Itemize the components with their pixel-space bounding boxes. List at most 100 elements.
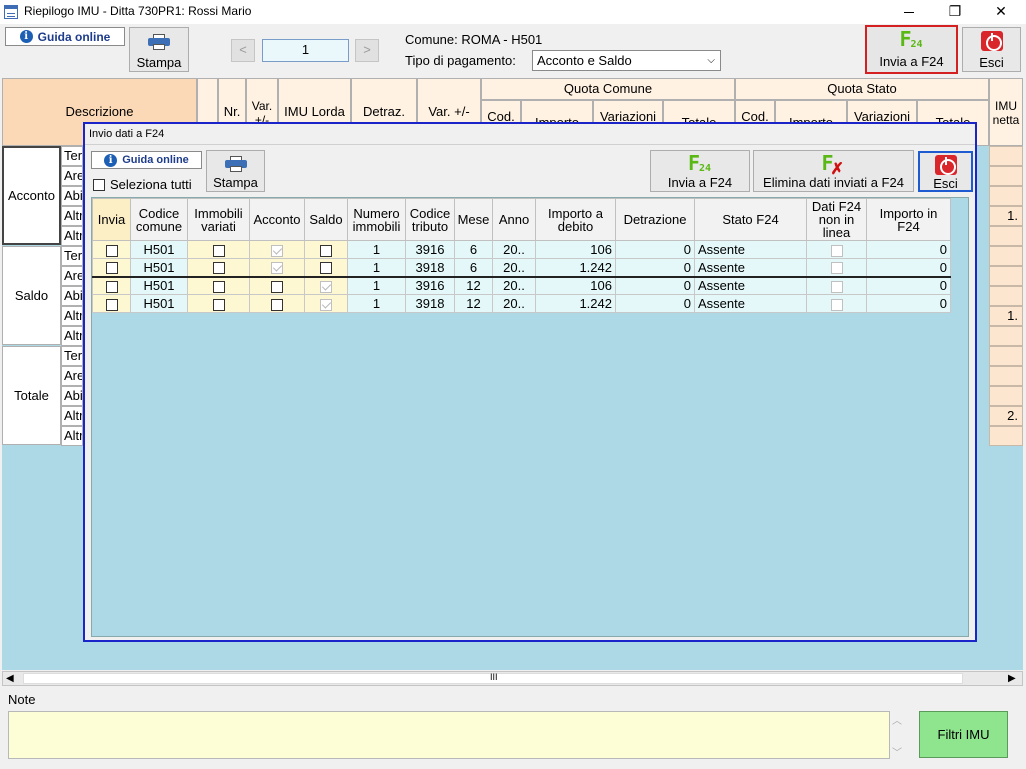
col-dati-f24-non-in-linea[interactable]: Dati F24 non in linea: [806, 198, 867, 241]
cell-immobili-variati[interactable]: [187, 294, 250, 313]
cell-codice-comune: H501: [130, 258, 188, 277]
dati-non-in-linea-checkbox[interactable]: [830, 280, 843, 293]
cell-invia[interactable]: [92, 294, 131, 313]
dati-non-in-linea-checkbox[interactable]: [830, 298, 843, 311]
tipo-pagamento-select[interactable]: Acconto e Saldo ⌵: [532, 50, 721, 71]
note-textarea[interactable]: [8, 711, 890, 759]
cell-acconto[interactable]: [249, 275, 305, 295]
invia-checkbox[interactable]: [105, 298, 118, 311]
row-label: Aree: [61, 366, 83, 386]
scrollbar-thumb[interactable]: III: [23, 672, 963, 684]
next-page-button[interactable]: >: [355, 39, 379, 62]
acconto-checkbox[interactable]: [271, 262, 283, 275]
minimize-button[interactable]: [886, 0, 932, 24]
immobili-variati-checkbox[interactable]: [212, 280, 225, 293]
immobili-variati-checkbox[interactable]: [212, 298, 225, 311]
immobili-variati-checkbox[interactable]: [212, 244, 225, 257]
invia-checkbox[interactable]: [105, 262, 118, 275]
invia-f24-label: Invia a F24: [879, 54, 944, 69]
col-invia[interactable]: Invia: [92, 198, 131, 241]
table-row[interactable]: H501 1 3918 12 20.. 1.242 0 Assente 0: [92, 294, 951, 313]
row-label: Abitazione: [61, 386, 83, 406]
close-button[interactable]: ✕: [978, 0, 1024, 24]
cell-codice-comune: H501: [130, 240, 188, 259]
col-codice-tributo[interactable]: Codice tributo: [405, 198, 455, 241]
col-codice-comune[interactable]: Codice comune: [130, 198, 188, 241]
note-scroll-down-icon[interactable]: ﹀: [892, 744, 902, 759]
quota-comune-header: Quota Comune: [481, 78, 735, 100]
acconto-checkbox[interactable]: [271, 280, 283, 293]
scroll-right-icon[interactable]: ▶: [1008, 672, 1016, 685]
col-acconto[interactable]: Acconto: [249, 198, 305, 241]
cell-immobili-variati[interactable]: [187, 240, 250, 259]
cell-acconto[interactable]: [249, 240, 305, 259]
cell-invia[interactable]: [92, 240, 131, 259]
cell-saldo[interactable]: [304, 275, 348, 295]
col-numero-immobili[interactable]: Numero immobili: [347, 198, 406, 241]
col-anno[interactable]: Anno: [492, 198, 536, 241]
col-mese[interactable]: Mese: [454, 198, 493, 241]
note-scroll-up-icon[interactable]: ︿: [892, 712, 902, 727]
col-stato-f24[interactable]: Stato F24: [694, 198, 807, 241]
cell-saldo[interactable]: [304, 258, 348, 277]
dialog-stampa-button[interactable]: Stampa: [206, 150, 265, 192]
dialog-guida-online-button[interactable]: i Guida online: [91, 151, 202, 169]
saldo-checkbox[interactable]: [320, 298, 332, 311]
cell-invia[interactable]: [92, 258, 131, 277]
saldo-checkbox[interactable]: [320, 280, 332, 293]
dialog-esci-button[interactable]: Esci: [918, 151, 973, 192]
cell-dati-f24-non-in-linea: [806, 275, 867, 295]
filtri-imu-button[interactable]: Filtri IMU: [919, 711, 1008, 758]
elimina-dati-button[interactable]: F ✗ Elimina dati inviati a F24: [753, 150, 914, 192]
immobili-variati-checkbox[interactable]: [212, 262, 225, 275]
stampa-button[interactable]: Stampa: [129, 27, 189, 72]
cell-saldo[interactable]: [304, 240, 348, 259]
table-row[interactable]: H501 1 3916 6 20.. 106 0 Assente 0: [92, 240, 951, 259]
restore-button[interactable]: ❐: [932, 0, 978, 24]
cell-anno: 20..: [492, 275, 536, 295]
imu-netta-saldo: 1.: [989, 306, 1023, 326]
invia-checkbox[interactable]: [105, 280, 118, 293]
saldo-checkbox[interactable]: [320, 244, 332, 257]
guida-online-button[interactable]: i Guida online: [5, 27, 125, 46]
row-label: Terreni: [61, 346, 83, 366]
acconto-checkbox[interactable]: [271, 298, 283, 311]
dati-non-in-linea-checkbox[interactable]: [830, 262, 843, 275]
cell-saldo[interactable]: [304, 294, 348, 313]
esci-button[interactable]: Esci: [962, 27, 1021, 72]
cell-detrazione: 0: [615, 258, 695, 277]
cell-dati-f24-non-in-linea: [806, 294, 867, 313]
horizontal-scrollbar[interactable]: ◀ III ▶: [2, 671, 1023, 686]
cell-invia[interactable]: [92, 275, 131, 295]
cell-numero-immobili: 1: [347, 258, 406, 277]
prev-page-button[interactable]: <: [231, 39, 255, 62]
tipo-pagamento-value: Acconto e Saldo: [537, 53, 632, 68]
imu-netta-header: IMU netta: [989, 78, 1023, 146]
cell-acconto[interactable]: [249, 294, 305, 313]
col-importo-debito[interactable]: Importo a debito: [535, 198, 616, 241]
col-detrazione[interactable]: Detrazione: [615, 198, 695, 241]
acconto-checkbox[interactable]: [271, 244, 283, 257]
row-label: Aree: [61, 266, 83, 286]
note-label: Note: [8, 692, 36, 707]
cell-immobili-variati[interactable]: [187, 275, 250, 295]
cell-detrazione: 0: [615, 294, 695, 313]
col-importo-f24[interactable]: Importo in F24: [866, 198, 951, 241]
col-immobili-variati[interactable]: Immobili variati: [187, 198, 250, 241]
table-row[interactable]: H501 1 3916 12 20.. 106 0 Assente 0: [92, 275, 951, 295]
col-saldo[interactable]: Saldo: [304, 198, 348, 241]
scroll-left-icon[interactable]: ◀: [6, 672, 14, 685]
table-row[interactable]: H501 1 3918 6 20.. 1.242 0 Assente 0: [92, 258, 951, 277]
row-label: Altri: [61, 326, 83, 346]
invia-checkbox[interactable]: [105, 244, 118, 257]
seleziona-tutti-checkbox[interactable]: Seleziona tutti: [93, 177, 192, 192]
dati-non-in-linea-checkbox[interactable]: [830, 244, 843, 257]
cell-acconto[interactable]: [249, 258, 305, 277]
saldo-checkbox[interactable]: [320, 262, 332, 275]
group-saldo: Saldo: [2, 246, 61, 345]
invia-f24-button[interactable]: F 24 Invia a F24: [865, 25, 958, 74]
dialog-invia-f24-button[interactable]: F 24 Invia a F24: [650, 150, 750, 192]
page-number-input[interactable]: 1: [262, 39, 349, 62]
cell-immobili-variati[interactable]: [187, 258, 250, 277]
window-title: Riepilogo IMU - Ditta 730PR1: Rossi Mari…: [24, 4, 252, 18]
